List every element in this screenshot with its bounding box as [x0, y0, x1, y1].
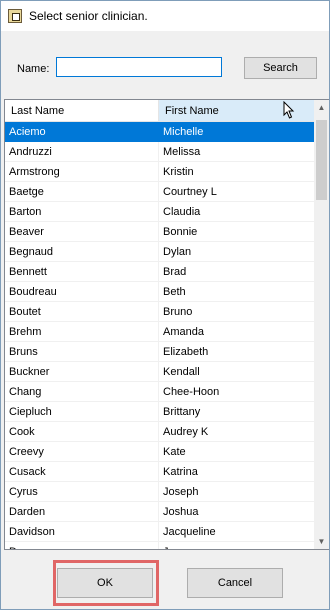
last-name-cell: Bennett	[5, 262, 159, 282]
table-row[interactable]: DJ	[5, 542, 315, 549]
grid-header: Last Name First Name	[5, 100, 315, 122]
table-row[interactable]: Cusack Katrina	[5, 462, 315, 482]
last-name-cell: Creevy	[5, 442, 159, 462]
first-name-cell: Kristin	[159, 162, 315, 182]
table-row[interactable]: Boudreau Beth	[5, 282, 315, 302]
table-row[interactable]: Boutet Bruno	[5, 302, 315, 322]
last-name-cell: Darden	[5, 502, 159, 522]
clinician-grid[interactable]: Last Name First Name Aciemo Michelle Andru…	[4, 99, 329, 550]
app-icon	[8, 9, 22, 23]
last-name-cell: Bruns	[5, 342, 159, 362]
first-name-cell: J	[159, 542, 315, 549]
table-row[interactable]: Bruns Elizabeth	[5, 342, 315, 362]
mouse-cursor-icon	[283, 101, 295, 119]
last-name-cell: Cusack	[5, 462, 159, 482]
last-name-cell: Davidson	[5, 522, 159, 542]
first-name-cell: Elizabeth	[159, 342, 315, 362]
first-name-cell: Claudia	[159, 202, 315, 222]
first-name-cell: Joshua	[159, 502, 315, 522]
table-row[interactable]: Darden Joshua	[5, 502, 315, 522]
last-name-cell: Baetge	[5, 182, 159, 202]
name-label: Name:	[17, 63, 50, 75]
window-title: Select senior clinician.	[29, 9, 148, 23]
first-name-cell: Joseph	[159, 482, 315, 502]
first-name-cell: Amanda	[159, 322, 315, 342]
last-name-cell: Brehm	[5, 322, 159, 342]
first-name-cell: Katrina	[159, 462, 315, 482]
table-row[interactable]: Begnaud Dylan	[5, 242, 315, 262]
first-name-cell: Bruno	[159, 302, 315, 322]
last-name-cell: Andruzzi	[5, 142, 159, 162]
table-row[interactable]: Andruzzi Melissa	[5, 142, 315, 162]
first-name-cell: Audrey K	[159, 422, 315, 442]
table-row[interactable]: Armstrong Kristin	[5, 162, 315, 182]
first-name-cell: Bonnie	[159, 222, 315, 242]
scroll-thumb[interactable]	[316, 120, 327, 200]
table-row[interactable]: Ciepluch Brittany	[5, 402, 315, 422]
scroll-down-arrow-icon[interactable]: ▼	[314, 534, 329, 549]
first-name-cell: Beth	[159, 282, 315, 302]
scroll-up-arrow-icon[interactable]: ▲	[314, 100, 329, 115]
dialog-window: Select senior clinician. Name: Search La…	[0, 0, 330, 610]
ok-button[interactable]: OK	[57, 568, 153, 598]
last-name-cell: Barton	[5, 202, 159, 222]
first-name-cell: Brad	[159, 262, 315, 282]
first-name-cell: Kate	[159, 442, 315, 462]
last-name-cell: Aciemo	[5, 122, 159, 142]
first-name-cell: Chee-Hoon	[159, 382, 315, 402]
last-name-cell: D	[5, 542, 159, 549]
table-row[interactable]: Chang Chee-Hoon	[5, 382, 315, 402]
last-name-cell: Chang	[5, 382, 159, 402]
title-bar[interactable]: Select senior clinician.	[1, 1, 329, 31]
table-row[interactable]: Baetge Courtney L	[5, 182, 315, 202]
table-row[interactable]: Davidson Jacqueline	[5, 522, 315, 542]
first-name-cell: Kendall	[159, 362, 315, 382]
grid-rows: Aciemo Michelle Andruzzi Melissa Armstrong Kr…	[5, 122, 315, 549]
column-header-last-name[interactable]: Last Name	[5, 100, 159, 122]
first-name-cell: Jacqueline	[159, 522, 315, 542]
last-name-cell: Beaver	[5, 222, 159, 242]
table-row[interactable]: Brehm Amanda	[5, 322, 315, 342]
table-row[interactable]: Cook Audrey K	[5, 422, 315, 442]
table-row[interactable]: Creevy Kate	[5, 442, 315, 462]
first-name-cell: Melissa	[159, 142, 315, 162]
last-name-cell: Buckner	[5, 362, 159, 382]
cancel-button[interactable]: Cancel	[187, 568, 283, 598]
table-row[interactable]: Barton Claudia	[5, 202, 315, 222]
last-name-cell: Ciepluch	[5, 402, 159, 422]
last-name-cell: Boutet	[5, 302, 159, 322]
last-name-cell: Armstrong	[5, 162, 159, 182]
first-name-cell: Courtney L	[159, 182, 315, 202]
vertical-scrollbar[interactable]: ▲ ▼	[314, 100, 329, 549]
last-name-cell: Cyrus	[5, 482, 159, 502]
first-name-cell: Michelle	[159, 122, 315, 142]
last-name-cell: Begnaud	[5, 242, 159, 262]
name-input[interactable]	[56, 57, 222, 77]
table-row[interactable]: Buckner Kendall	[5, 362, 315, 382]
last-name-cell: Cook	[5, 422, 159, 442]
search-button[interactable]: Search	[244, 57, 317, 79]
table-row[interactable]: Bennett Brad	[5, 262, 315, 282]
table-row[interactable]: Cyrus Joseph	[5, 482, 315, 502]
first-name-cell: Dylan	[159, 242, 315, 262]
first-name-cell: Brittany	[159, 402, 315, 422]
table-row[interactable]: Aciemo Michelle	[5, 122, 315, 142]
table-row[interactable]: Beaver Bonnie	[5, 222, 315, 242]
last-name-cell: Boudreau	[5, 282, 159, 302]
